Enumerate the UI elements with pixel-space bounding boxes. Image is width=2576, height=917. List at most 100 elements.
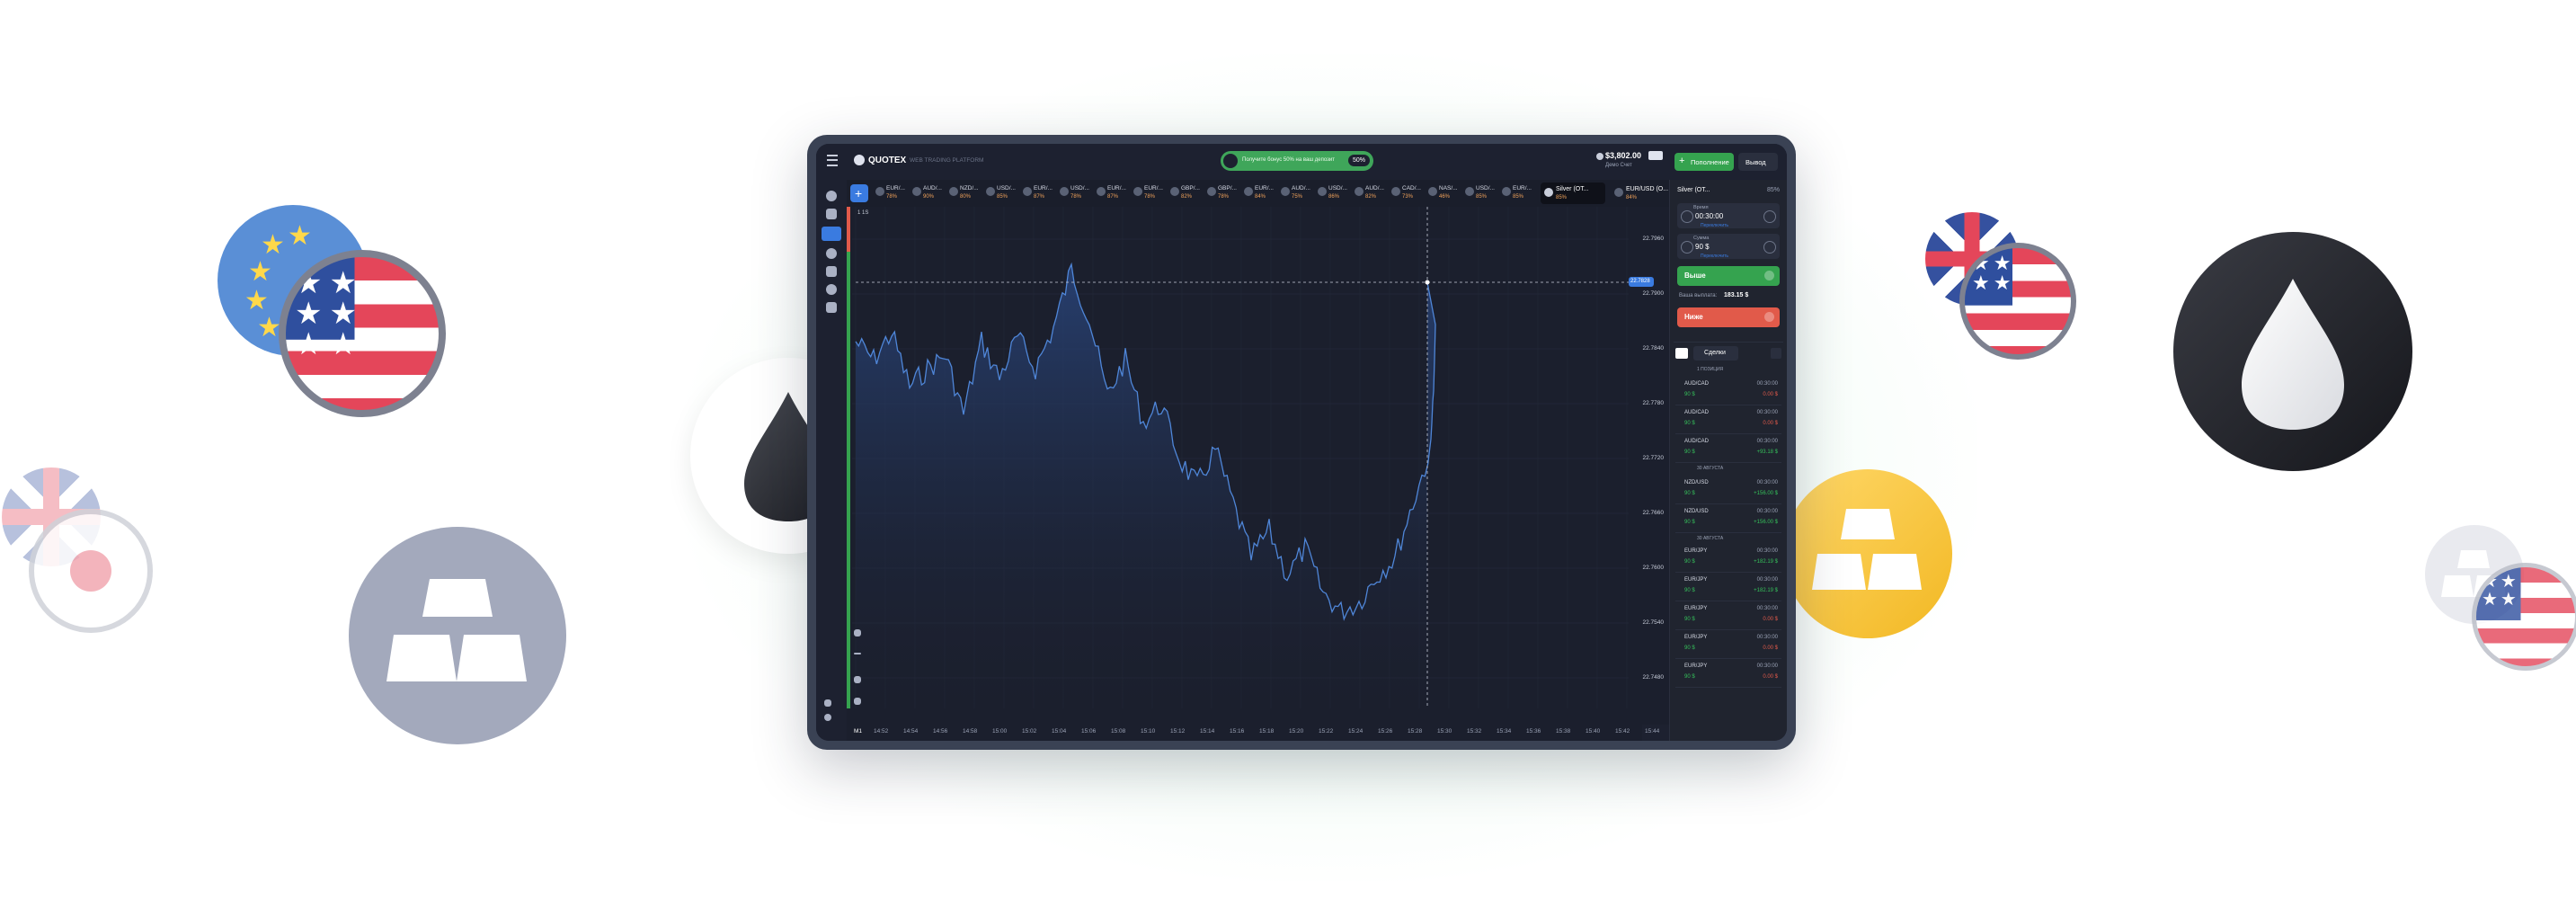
amount-plus-button[interactable] bbox=[1763, 241, 1776, 254]
time-label: Время bbox=[1693, 205, 1709, 210]
trade-row[interactable]: EUR/JPY 00:30:00 90 $ 0.00 $ bbox=[1675, 602, 1781, 630]
asset-tab[interactable]: USD/... 85% bbox=[1463, 183, 1503, 203]
trade-row[interactable]: AUD/CAD 00:30:00 90 $ 0.00 $ bbox=[1675, 378, 1781, 405]
down-button[interactable]: Ниже bbox=[1677, 307, 1780, 327]
asset-tab[interactable]: CAD/... 73% bbox=[1390, 183, 1429, 203]
minus-icon[interactable] bbox=[854, 653, 861, 654]
time-field[interactable]: Время 00:30:00 Переключить bbox=[1677, 203, 1780, 228]
promo-text: Получите бонус 50% на ваш депозит bbox=[1242, 157, 1336, 163]
price-chart[interactable]: 1 1S 22.7828 22.7960 22.7900 22.7840 22.778… bbox=[847, 207, 1669, 725]
next-asset-tab[interactable]: EUR/USD (O... 84% bbox=[1611, 183, 1675, 204]
asset-tab[interactable]: AUD/... 90% bbox=[910, 183, 950, 203]
panel-asset[interactable]: Silver (OT... 85% bbox=[1677, 185, 1780, 198]
asset-tab[interactable]: EUR/... 78% bbox=[1132, 183, 1171, 203]
filter-icon[interactable] bbox=[1771, 348, 1781, 359]
menu-icon[interactable] bbox=[827, 155, 838, 166]
chart-icon[interactable] bbox=[826, 209, 837, 219]
trade-pair: EUR/JPY bbox=[1684, 635, 1708, 640]
trade-row[interactable]: AUD/CAD 00:30:00 90 $ +93.18 $ bbox=[1675, 435, 1781, 463]
trades-group-label: 1 ПОЗИЦИЯ bbox=[1697, 367, 1724, 372]
fullscreen-icon[interactable] bbox=[824, 699, 831, 707]
asset-name: AUD/... bbox=[1365, 185, 1384, 191]
active-asset-tab[interactable]: Silver (OT... 85% bbox=[1541, 183, 1605, 204]
y-tick-label: 22.7720 bbox=[1642, 455, 1665, 461]
trade-amount: 90 $ bbox=[1684, 559, 1695, 565]
asset-tab[interactable]: USD/... 78% bbox=[1058, 183, 1097, 203]
time-plus-button[interactable] bbox=[1763, 210, 1776, 223]
amount-switch-link[interactable]: Переключить bbox=[1701, 254, 1728, 259]
asset-payout: 78% bbox=[1070, 194, 1082, 200]
brush-icon[interactable] bbox=[854, 698, 861, 705]
add-asset-button[interactable]: + bbox=[850, 184, 868, 202]
balance-value[interactable]: $3,802.00 bbox=[1605, 151, 1641, 160]
asset-name: EUR/... bbox=[1034, 185, 1053, 191]
asset-tab[interactable]: AUD/... 75% bbox=[1279, 183, 1319, 203]
asset-payout: 78% bbox=[1218, 194, 1230, 200]
time-value[interactable]: 00:30:00 bbox=[1695, 212, 1723, 220]
education-icon[interactable] bbox=[822, 227, 841, 241]
trade-row[interactable]: EUR/JPY 00:30:00 90 $ 0.00 $ bbox=[1675, 660, 1781, 688]
withdraw-button[interactable]: Вывод bbox=[1738, 153, 1778, 171]
asset-tab[interactable]: GBP/... 78% bbox=[1205, 183, 1245, 203]
asset-tab[interactable]: EUR/... 85% bbox=[1500, 183, 1540, 203]
oil-coin-right bbox=[2173, 232, 2412, 471]
balance-icon bbox=[1596, 153, 1603, 160]
time-minus-button[interactable] bbox=[1681, 210, 1693, 223]
trade-row[interactable]: EUR/JPY 00:30:00 90 $ +182.19 $ bbox=[1675, 545, 1781, 573]
asset-tab[interactable]: NAS/... 46% bbox=[1426, 183, 1466, 203]
trade-pair: NZD/USD bbox=[1684, 480, 1709, 485]
trade-row[interactable]: NZD/USD 00:30:00 90 $ +156.00 $ bbox=[1675, 505, 1781, 533]
trade-result: 0.00 $ bbox=[1763, 617, 1778, 622]
panel-asset-name: Silver (OT... bbox=[1677, 187, 1710, 193]
amount-value[interactable]: 90 $ bbox=[1695, 243, 1710, 251]
trade-row[interactable]: NZD/USD 00:30:00 90 $ +156.00 $ bbox=[1675, 476, 1781, 504]
trade-row[interactable]: EUR/JPY 00:30:00 90 $ 0.00 $ bbox=[1675, 631, 1781, 659]
asset-tab[interactable]: EUR/... 84% bbox=[1242, 183, 1282, 203]
collapse-icon[interactable] bbox=[1675, 348, 1688, 359]
trades-tab-label: Сделки bbox=[1704, 350, 1726, 356]
asset-tab[interactable]: AUD/... 82% bbox=[1353, 183, 1392, 203]
trade-amount: 90 $ bbox=[1684, 421, 1695, 426]
chart-canvas[interactable] bbox=[847, 207, 1669, 708]
asset-name: EUR/... bbox=[1144, 185, 1163, 191]
trade-result: +182.19 $ bbox=[1754, 559, 1778, 565]
asset-tab[interactable]: EUR/... 87% bbox=[1021, 183, 1061, 203]
promo-banner[interactable]: Получите бонус 50% на ваш депозит 50% bbox=[1221, 151, 1373, 171]
asset-tab[interactable]: GBP/... 82% bbox=[1168, 183, 1208, 203]
trades-tab[interactable]: Сделки bbox=[1693, 346, 1738, 361]
asset-payout: 85% bbox=[1513, 194, 1524, 200]
amount-minus-button[interactable] bbox=[1681, 241, 1693, 254]
leaderboard-icon[interactable] bbox=[826, 266, 837, 277]
usd-flag-coin: ★★ ★★ ★★ bbox=[279, 250, 446, 417]
time-switch-link[interactable]: Переключить bbox=[1701, 223, 1728, 228]
x-tick-label: 15:24 bbox=[1348, 728, 1364, 734]
x-tick-label: 15:30 bbox=[1437, 728, 1452, 734]
trade-time: 00:30:00 bbox=[1756, 577, 1778, 583]
asset-tab[interactable]: USD/... 86% bbox=[1316, 183, 1355, 203]
up-button[interactable]: Выше bbox=[1677, 266, 1780, 286]
analytics-icon[interactable] bbox=[826, 302, 837, 313]
asset-tab[interactable]: NZD/... 80% bbox=[947, 183, 987, 203]
asset-tab[interactable]: USD/... 85% bbox=[984, 183, 1024, 203]
account-badge[interactable] bbox=[1648, 151, 1663, 160]
profile-icon[interactable] bbox=[826, 248, 837, 259]
asset-tab[interactable]: EUR/... 78% bbox=[874, 183, 913, 203]
asset-tab[interactable]: EUR/... 87% bbox=[1095, 183, 1134, 203]
flag-icon bbox=[1281, 187, 1290, 196]
help-icon[interactable] bbox=[826, 191, 837, 201]
active-asset-name: Silver (OT... bbox=[1556, 186, 1589, 192]
timeframe-label[interactable]: 1 1S bbox=[857, 210, 868, 216]
y-tick-label: 22.7660 bbox=[1642, 510, 1665, 516]
amount-field[interactable]: Сумма 90 $ Переключить bbox=[1677, 234, 1780, 259]
deposit-button[interactable]: + Пополнение bbox=[1674, 153, 1734, 171]
timeframe-selector[interactable]: M1 bbox=[854, 728, 862, 734]
settings-icon[interactable] bbox=[824, 714, 831, 721]
asset-payout: 75% bbox=[1292, 194, 1303, 200]
trade-row[interactable]: EUR/JPY 00:30:00 90 $ +182.19 $ bbox=[1675, 574, 1781, 601]
indicator-icon[interactable] bbox=[854, 676, 861, 683]
pencil-icon[interactable] bbox=[854, 629, 861, 637]
trade-row[interactable]: AUD/CAD 00:30:00 90 $ 0.00 $ bbox=[1675, 406, 1781, 434]
down-label: Ниже bbox=[1684, 313, 1703, 321]
asset-name: NZD/... bbox=[960, 185, 979, 191]
support-icon[interactable] bbox=[826, 284, 837, 295]
